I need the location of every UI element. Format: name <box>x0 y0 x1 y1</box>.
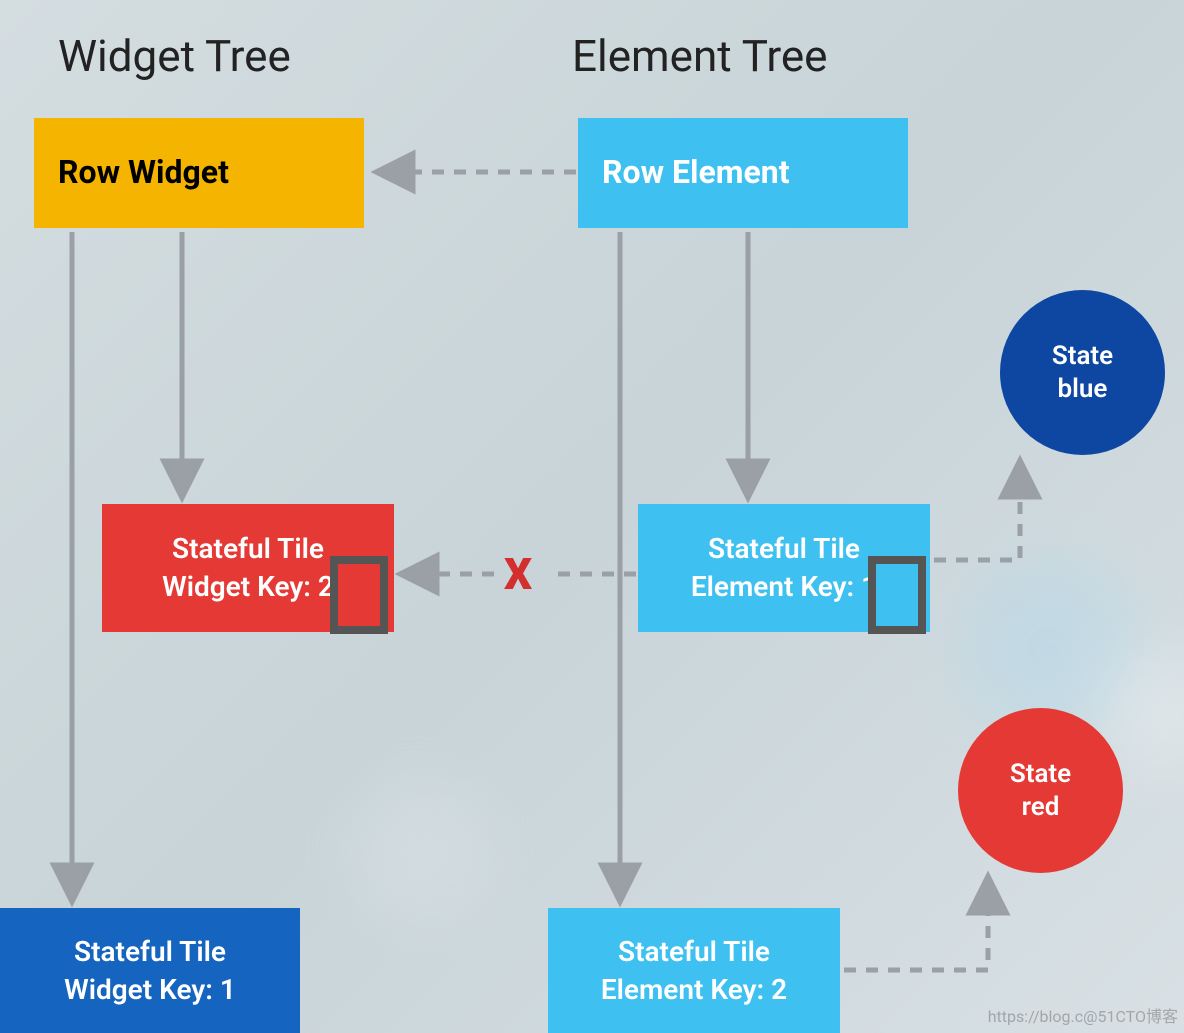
element-key1-highlight <box>868 556 926 634</box>
state-red-circle: State red <box>958 708 1123 873</box>
row-widget-box: Row Widget <box>34 118 364 228</box>
row-element-label: Row Element <box>602 151 790 194</box>
widget-tree-heading: Widget Tree <box>58 30 291 82</box>
element-tile-key1-line2: Element Key: 1 <box>691 568 877 606</box>
element-tile-key1-line1: Stateful Tile <box>708 530 860 568</box>
widget-tile-key1-line1: Stateful Tile <box>74 933 226 971</box>
mismatch-x-icon: X <box>504 548 532 600</box>
row-element-box: Row Element <box>578 118 908 228</box>
row-widget-label: Row Widget <box>58 151 229 194</box>
element-tile-key2-line2: Element Key: 2 <box>601 971 787 1009</box>
arrow-elementbot-to-statered <box>844 878 988 970</box>
state-blue-line2: blue <box>1058 373 1108 406</box>
element-tile-key2-line1: Stateful Tile <box>618 933 770 971</box>
widget-key2-highlight <box>330 556 388 634</box>
widget-tile-key1-line2: Widget Key: 1 <box>64 971 236 1009</box>
widget-tile-key1-box: Stateful Tile Widget Key: 1 <box>0 908 300 1033</box>
state-blue-line1: State <box>1052 340 1113 373</box>
state-red-line1: State <box>1010 758 1071 791</box>
arrow-elementmid-to-stateblue <box>934 462 1020 560</box>
watermark-text: https://blog.c@51CTO博客 <box>988 1003 1178 1027</box>
widget-tile-key2-line2: Widget Key: 2 <box>162 568 334 606</box>
state-blue-circle: State blue <box>1000 290 1165 455</box>
element-tree-heading: Element Tree <box>572 30 828 82</box>
element-tile-key2-box: Stateful Tile Element Key: 2 <box>548 908 840 1033</box>
widget-tile-key2-line1: Stateful Tile <box>172 530 324 568</box>
state-red-line2: red <box>1022 791 1060 824</box>
